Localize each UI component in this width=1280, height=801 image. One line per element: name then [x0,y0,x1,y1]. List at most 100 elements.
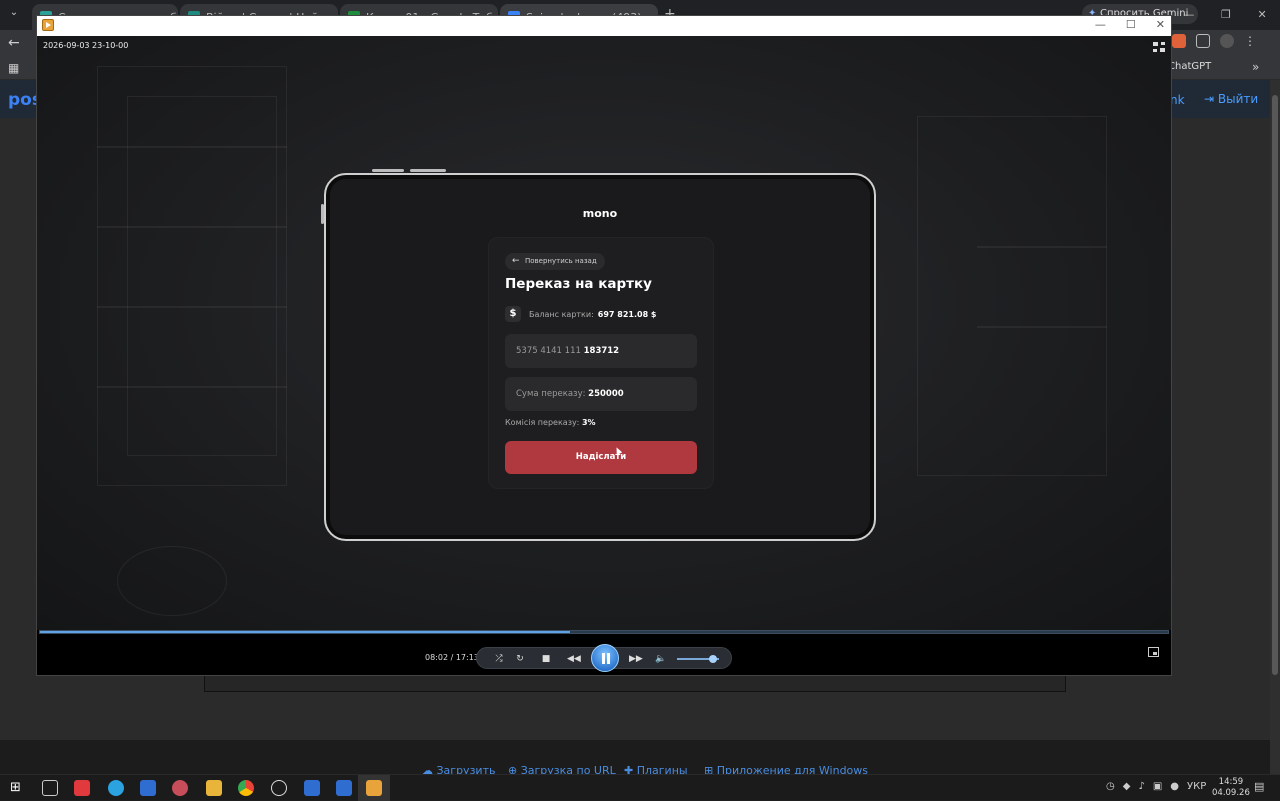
dollar-icon: $ [505,306,521,322]
language-indicator[interactable]: УКР [1187,781,1206,792]
app-icon[interactable] [172,780,188,796]
tray-app-icon[interactable]: ◆ [1123,781,1131,792]
repeat-icon[interactable]: ↻ [514,653,526,665]
page-scrollbar-thumb[interactable] [1272,95,1278,675]
browser-window-controls: — ❐ ✕ [1170,0,1280,28]
extensions-area: ⋮ [1172,34,1256,48]
volume-slider-knob[interactable] [708,655,717,663]
amount-field[interactable]: Сума переказу: 250000 [505,377,697,411]
menu-dots-icon[interactable]: ⋮ [1244,34,1256,48]
app-icon[interactable] [74,780,90,796]
background-rack [917,116,1107,476]
task-view-icon[interactable] [42,780,58,796]
volume-icon[interactable]: 🔈 [655,653,667,665]
close-icon[interactable]: ✕ [1257,8,1266,21]
maximize-icon[interactable]: ❐ [1221,8,1231,21]
fee-label: Комісія переказу: [505,418,580,427]
logout-link[interactable]: ⇥ Выйти [1204,92,1258,106]
arrow-left-icon: ← [512,256,520,266]
background-shelf [97,146,287,148]
speaker-icon[interactable]: ♪ [1138,781,1144,792]
brand-logo: mono [582,207,618,220]
page-title: Переказ на картку [505,276,652,292]
fullscreen-toggle-icon[interactable] [1153,42,1165,52]
playback-time: 08:02 / 17:13 [425,653,479,662]
clock-date: 04.09.26 [1212,788,1250,798]
puzzle-icon[interactable] [1196,34,1210,48]
card-number-suffix: 183712 [583,346,620,356]
windows-start-icon[interactable]: ⊞ [10,780,26,796]
app-icon[interactable] [140,780,156,796]
tablet-hardware-button [410,169,446,172]
rewind-icon[interactable]: ◀◀ [567,653,581,665]
taskbar-clock[interactable]: 14:59 04.09.26 [1212,777,1250,799]
player-titlebar[interactable]: — ☐ ✕ [37,16,1171,36]
controls-pill: ⤮ ↻ ■ ◀◀ ▶▶ 🔈 [476,644,732,672]
amount-value: 250000 [588,389,624,399]
minimize-icon[interactable]: — [1095,18,1106,31]
tab-search-icon[interactable]: ⌄ [6,7,22,23]
logout-label: Выйти [1217,92,1259,106]
logout-icon: ⇥ [1204,92,1218,106]
mini-player-icon[interactable] [1148,647,1159,657]
apps-grid-icon[interactable]: ▦ [8,61,19,75]
balance-label: Баланс картки: [529,309,594,319]
background-shelf [97,386,287,388]
site-nav-link[interactable]: nk [1170,93,1185,107]
transfer-card: ← Повернутись назад Переказ на картку $ … [488,237,714,489]
balance-value: 697 821.08 $ [597,309,657,319]
back-button-label: Повернутись назад [525,257,597,265]
back-arrow-icon[interactable]: ← [8,35,20,51]
bookmark-chatgpt[interactable]: ChatGPT [1168,61,1211,72]
minimize-icon[interactable]: — [1183,8,1194,21]
network-icon[interactable]: ▣ [1153,781,1162,792]
close-icon[interactable]: ✕ [1156,18,1165,31]
tablet-frame: mono ← Повернутись назад Переказ на карт… [324,173,876,541]
video-frame[interactable]: 2026-09-03 23-10-00 mono ← Повернутись н… [37,36,1171,630]
tablet-hardware-button [372,169,404,172]
tray-app-icon[interactable]: ◷ [1106,781,1115,792]
site-footer: ☁ Загрузить ⊕ Загрузка по URL ✚ Плагины … [0,740,1280,777]
system-tray: ◷ ◆ ♪ ▣ ● УКР [1106,781,1206,792]
clock-time: 14:59 [1218,777,1244,787]
fee-value: 3% [581,418,596,427]
card-number-field[interactable]: 5375 4141 111 183712 [505,334,697,368]
maximize-icon[interactable]: ☐ [1126,18,1136,31]
bookmarks-overflow-icon[interactable]: » [1252,60,1259,74]
media-player-icon[interactable] [366,780,382,796]
telegram-icon[interactable] [108,780,124,796]
shuffle-icon[interactable]: ⤮ [493,653,505,665]
background-shelf [977,246,1107,248]
background-shelf [97,226,287,228]
notifications-icon[interactable]: ▤ [1254,780,1264,793]
background-minimap [117,546,227,616]
microphone-icon[interactable]: ● [1170,781,1179,792]
amount-label: Сума переказу: [516,389,586,399]
balance-row: $ Баланс картки: 697 821.08 $ [505,306,657,322]
file-explorer-icon[interactable] [206,780,222,796]
app-icon[interactable] [271,780,287,796]
fast-forward-icon[interactable]: ▶▶ [629,653,643,665]
back-button[interactable]: ← Повернутись назад [505,253,605,270]
player-window-controls: — ☐ ✕ [1095,18,1165,31]
recording-timestamp: 2026-09-03 23-10-00 [43,41,129,50]
player-controls: 08:02 / 17:13 ⤮ ↻ ■ ◀◀ ▶▶ 🔈 [37,636,1171,675]
player-logo-icon [42,19,54,31]
card-number-prefix: 5375 4141 111 [516,346,581,356]
avatar[interactable] [1220,34,1234,48]
background-shelf [977,326,1107,328]
chrome-icon[interactable] [238,780,254,796]
app-icon[interactable] [336,780,352,796]
fee-row: Комісія переказу: 3% [505,418,596,427]
pause-button[interactable] [591,644,619,672]
background-shelf [97,306,287,308]
media-player-window: — ☐ ✕ 2026-09-03 23-10-00 mono ← Поверну… [36,15,1172,676]
app-icon[interactable] [304,780,320,796]
stop-icon[interactable]: ■ [540,653,552,665]
seek-bar[interactable] [39,630,1169,634]
extension-icon[interactable] [1172,34,1186,48]
seek-progress [40,631,571,633]
send-button[interactable]: Надіслати [505,441,697,474]
windows-taskbar: ⊞ ◷ ◆ ♪ ▣ ● УКР 14:59 04.09.26 ▤ [0,774,1280,801]
background-rack [127,96,277,456]
